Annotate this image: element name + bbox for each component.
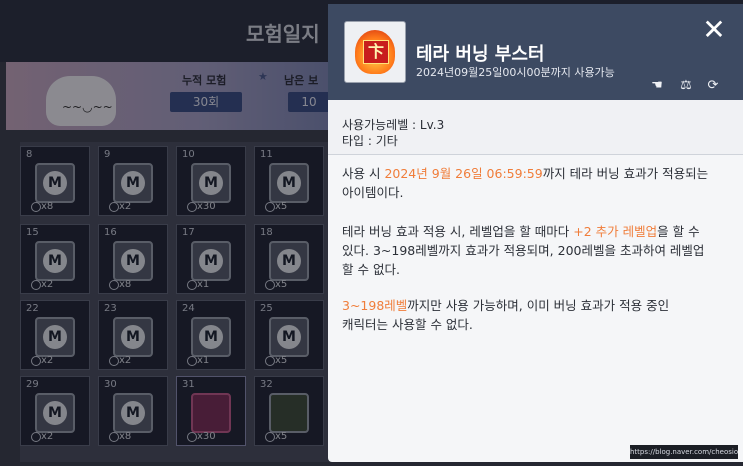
scale-icon: ⚖ xyxy=(680,78,692,93)
watermark: https://blog.naver.com/cheosio xyxy=(630,445,738,459)
item-glyph: 卞 xyxy=(363,40,389,64)
item-expire-date: 2024년09월25일00시00분까지 사용가능 xyxy=(416,66,615,79)
item-meta: 사용가능레벨 : Lv.3 타입 : 기타 xyxy=(328,100,743,155)
trade-hand-icon: ☚ xyxy=(651,78,663,93)
description-paragraph-2: 테라 버닝 효과 적용 시, 레벨업을 할 때마다 +2 추가 레벨업을 할 수… xyxy=(342,224,705,277)
item-type: 타입 : 기타 xyxy=(342,134,398,148)
recycle-icon: ⟳ xyxy=(707,78,719,93)
close-button[interactable]: ✕ xyxy=(700,16,728,44)
item-icon: 卞 xyxy=(344,21,406,83)
description-paragraph-1: 사용 시 2024년 9월 26일 06:59:59까지 테라 버닝 효과가 적… xyxy=(342,166,709,200)
item-name: 테라 버닝 부스터 xyxy=(416,44,545,65)
description-paragraph-3: 3~198레벨까지만 사용 가능하며, 이미 버닝 효과가 적용 중인 캐릭터는 … xyxy=(342,298,670,332)
required-level: 사용가능레벨 : Lv.3 xyxy=(342,118,445,132)
item-tooltip: 卞 테라 버닝 부스터 2024년09월25일00시00분까지 사용가능 ✕ ☚… xyxy=(328,4,743,462)
